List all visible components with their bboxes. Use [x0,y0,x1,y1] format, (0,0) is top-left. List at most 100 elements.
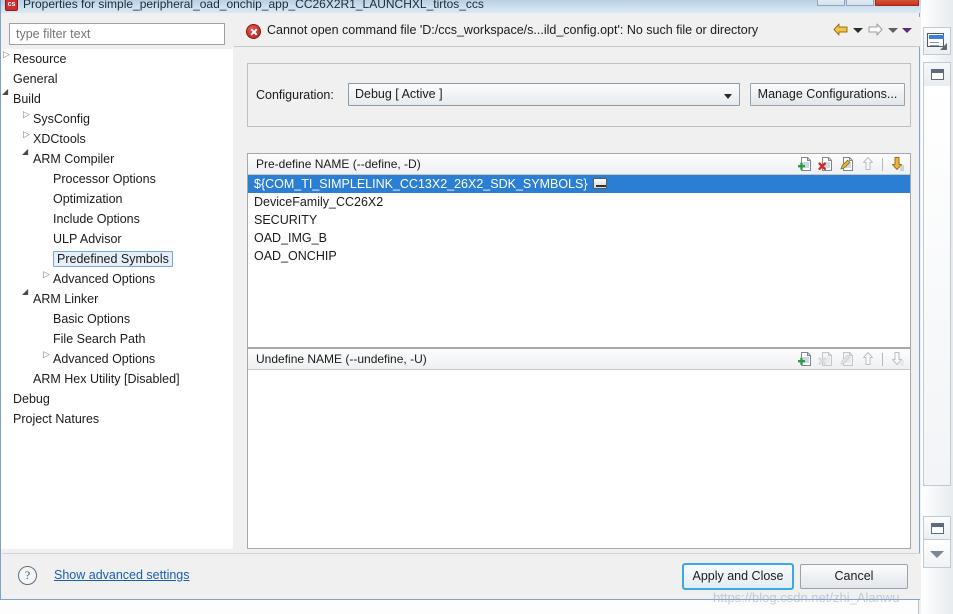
ccs-app-icon: cs [5,0,18,11]
help-icon[interactable]: ? [18,566,37,585]
predefine-title: Pre-define NAME (--define, -D) [256,157,421,171]
tree-collapse-arrow-icon[interactable] [23,130,30,143]
tree-collapse-arrow-icon[interactable] [43,350,50,363]
error-icon [246,24,261,39]
filter-input[interactable] [9,23,225,45]
tree-item-ulp-advisor[interactable]: ULP Advisor [1,229,233,249]
tree-item-arm-linker[interactable]: ARM Linker [1,288,233,309]
ide-view-tab-bottom[interactable] [923,516,951,540]
edit-icon[interactable] [839,156,855,172]
tree-item-label: General [13,72,58,86]
tree-item-label: Processor Options [53,172,156,186]
view-window-icon [931,69,944,80]
configuration-label: Configuration: [256,88,334,102]
tree-item-label: Basic Options [53,312,131,326]
list-item[interactable]: OAD_IMG_B [248,229,910,247]
properties-dialog: cs Properties for simple_peripheral_oad_… [0,0,921,600]
move-up-icon [860,351,876,367]
close-button[interactable] [875,0,919,6]
configuration-dropdown[interactable]: Debug [ Active ] [348,83,740,106]
tree-item-build[interactable]: Build [1,88,233,109]
manage-configurations-button[interactable]: Manage Configurations... [750,83,905,106]
tree-collapse-arrow-icon[interactable] [43,270,50,283]
chevron-down-icon[interactable] [930,551,944,558]
tree-item-label: ARM Compiler [33,152,115,166]
predefine-list[interactable]: ${COM_TI_SIMPLELINK_CC13X2_26X2_SDK_SYMB… [248,175,910,347]
list-item[interactable]: ${COM_TI_SIMPLELINK_CC13X2_26X2_SDK_SYMB… [248,175,910,193]
settings-tree[interactable]: Resource General Build SysConfig XDCtools ARM… [1,49,233,549]
tree-item-project-natures[interactable]: Project Natures [1,409,233,429]
overflow-caret[interactable] [902,28,912,33]
tree-item-label: File Search Path [53,332,146,346]
list-item-text: OAD_ONCHIP [254,249,337,263]
tree-item-advanced-options[interactable]: Advanced Options [1,349,233,369]
error-message: Cannot open command file 'D:/ccs_workspa… [267,23,759,37]
add-icon[interactable] [797,156,813,172]
forward-dropdown-caret[interactable] [888,28,898,33]
toolbar-separator [882,352,883,366]
list-item-text: ${COM_TI_SIMPLELINK_CC13X2_26X2_SDK_SYMB… [254,177,588,191]
list-item-text: SECURITY [254,213,318,227]
move-down-icon[interactable] [889,156,905,172]
ide-view-tab-top[interactable] [923,62,951,86]
undefine-list[interactable] [248,370,910,548]
list-item[interactable]: OAD_ONCHIP [248,247,910,265]
configuration-panel: Configuration: Debug [ Active ] Manage C… [247,63,911,127]
maximize-button[interactable] [846,0,874,6]
forward-arrow-icon[interactable] [867,22,884,39]
tree-item-include-options[interactable]: Include Options [1,209,233,229]
tree-item-label: XDCtools [33,132,86,146]
tree-item-sysconfig[interactable]: SysConfig [1,109,233,129]
undefine-toolbar [797,351,905,367]
show-advanced-settings-link[interactable]: Show advanced settings [54,568,190,582]
undefine-header: Undefine NAME (--undefine, -U) [248,349,910,370]
undefine-title: Undefine NAME (--undefine, -U) [256,352,427,366]
tree-item-label: Project Natures [13,412,100,426]
ide-view-body [923,86,951,486]
dialog-titlebar: cs Properties for simple_peripheral_oad_… [1,0,921,13]
tree-item-arm-compiler[interactable]: ARM Compiler [1,148,233,169]
minimize-button[interactable] [817,0,845,6]
tree-item-label: Debug [13,392,50,406]
window-controls [817,0,919,6]
tree-item-optimization[interactable]: Optimization [1,189,233,209]
tree-item-basic-options[interactable]: Basic Options [1,309,233,329]
tree-item-debug[interactable]: Debug [1,389,233,409]
list-item[interactable]: SECURITY [248,211,910,229]
tree-item-label: Build [13,92,41,106]
tree-item-arm-hex-utility-disabled[interactable]: ARM Hex Utility [Disabled] [1,369,233,389]
undefine-name-group: Undefine NAME (--undefine, -U) [247,348,911,549]
tree-item-advanced-options[interactable]: Advanced Options [1,269,233,289]
editor-line [930,42,939,43]
view-window-icon [931,523,944,534]
dialog-title: Properties for simple_peripheral_oad_onc… [23,0,484,11]
list-item-text: DeviceFamily_CC26X2 [254,195,384,209]
tree-collapse-arrow-icon[interactable] [3,50,10,63]
tree-item-label: ULP Advisor [53,232,122,246]
tree-item-general[interactable]: General [1,69,233,89]
apply-and-close-button[interactable]: Apply and Close [682,563,794,590]
back-dropdown-caret[interactable] [853,28,863,33]
delete-icon [818,351,834,367]
screen: cs Properties for simple_peripheral_oad_… [0,0,953,614]
cancel-button[interactable]: Cancel [800,564,908,589]
tree-item-processor-options[interactable]: Processor Options [1,169,233,189]
tree-item-predefined-symbols[interactable]: Predefined Symbols [1,249,233,269]
tree-item-xdctools[interactable]: XDCtools [1,129,233,149]
tree-item-resource[interactable]: Resource [1,49,233,69]
tree-item-label: Include Options [53,212,140,226]
tree-collapse-arrow-icon[interactable] [23,110,30,123]
navigation-controls [832,22,912,39]
move-up-icon [860,156,876,172]
editor-corner [940,43,947,50]
back-arrow-icon[interactable] [832,22,849,39]
delete-icon[interactable] [818,156,834,172]
editor-view-icon[interactable] [927,33,947,50]
predefine-header: Pre-define NAME (--define, -D) [248,154,910,175]
list-item[interactable]: DeviceFamily_CC26X2 [248,193,910,211]
tree-item-file-search-path[interactable]: File Search Path [1,329,233,349]
tree-item-label: ARM Linker [33,292,99,306]
chevron-down-icon [724,94,732,99]
predefine-toolbar [797,156,905,172]
add-icon[interactable] [797,351,813,367]
